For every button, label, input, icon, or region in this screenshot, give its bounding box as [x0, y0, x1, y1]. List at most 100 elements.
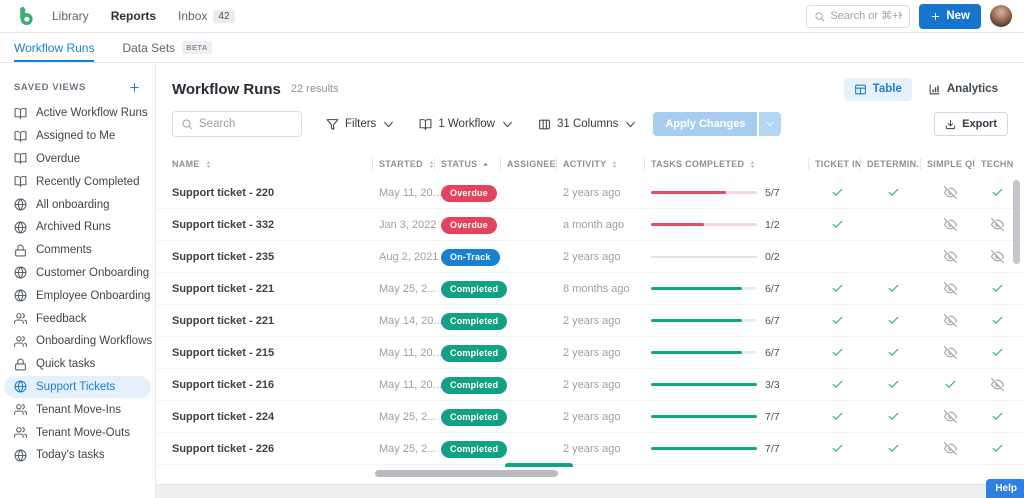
table-row[interactable]: Support ticket - 224May 25, 2...Complete… — [156, 401, 1024, 433]
table-row[interactable]: Support ticket - 226May 25, 2...Complete… — [156, 433, 1024, 465]
sidebar-item-customer-onboarding[interactable]: Customer Onboarding — [4, 262, 151, 285]
table-search-input[interactable] — [199, 118, 289, 130]
column-header-started[interactable]: STARTED — [372, 151, 434, 177]
search-icon — [814, 11, 825, 22]
table-row[interactable]: Support ticket - 216May 11, 20...Complet… — [156, 369, 1024, 401]
sidebar-item-recently-completed[interactable]: Recently Completed — [4, 170, 151, 193]
column-header-assignees[interactable]: ASSIGNEES — [500, 151, 556, 177]
sort-both-icon — [748, 160, 757, 169]
table-row[interactable]: Support ticket - 221May 14, 20...Complet… — [156, 305, 1024, 337]
flag-cell — [920, 186, 974, 199]
inbox-count-badge: 42 — [213, 10, 234, 23]
sidebar-item-onboarding-workflows[interactable]: Onboarding Workflows — [4, 330, 151, 353]
check-icon — [831, 410, 844, 423]
flag-cell — [920, 378, 974, 391]
sidebar-item-overdue[interactable]: Overdue — [4, 148, 151, 171]
columns-dropdown[interactable]: 31 Columns — [538, 118, 637, 131]
column-header-determin-[interactable]: DETERMIN... — [860, 151, 920, 177]
check-icon — [887, 442, 900, 455]
flag-cell — [920, 442, 974, 455]
filters-label: Filters — [345, 118, 376, 130]
eye-off-icon — [991, 218, 1004, 231]
nav-item-reports[interactable]: Reports — [111, 9, 156, 23]
user-avatar[interactable] — [990, 5, 1012, 27]
sidebar-item-comments[interactable]: Comments — [4, 239, 151, 262]
table-row[interactable]: Support ticket - 220May 11, 20...Overdue… — [156, 177, 1024, 209]
flag-cell — [974, 250, 1014, 263]
table-row[interactable]: Support ticket - 235Aug 2, 2021On-Track2… — [156, 241, 1024, 273]
apply-changes-caret-button[interactable] — [759, 112, 781, 136]
sidebar-item-assigned-to-me[interactable]: Assigned to Me — [4, 125, 151, 148]
chevron-down-icon — [624, 118, 637, 131]
run-started-date: May 11, 20... — [372, 347, 434, 359]
column-header-name[interactable]: NAME — [172, 151, 372, 177]
flag-cell — [808, 346, 860, 359]
view-toggle-analytics[interactable]: Analytics — [918, 78, 1008, 101]
sidebar-item-feedback[interactable]: Feedback — [4, 307, 151, 330]
sidebar-item-tenant-move-ins[interactable]: Tenant Move-Ins — [4, 398, 151, 421]
sidebar-item-label: Assigned to Me — [36, 130, 115, 142]
run-activity: a month ago — [556, 219, 644, 231]
column-header-techni[interactable]: TECHNI — [974, 151, 1014, 177]
check-icon — [831, 378, 844, 391]
column-header-status[interactable]: STATUS — [434, 151, 500, 177]
column-header-tasks-completed[interactable]: TASKS COMPLETED — [644, 151, 808, 177]
check-icon — [887, 314, 900, 327]
global-search-input[interactable] — [830, 10, 902, 22]
export-button[interactable]: Export — [934, 112, 1008, 136]
horizontal-scrollbar-thumb[interactable] — [375, 470, 558, 477]
nav-item-library[interactable]: Library — [52, 9, 89, 23]
column-header-activity[interactable]: ACTIVITY — [556, 151, 644, 177]
workflow-dropdown[interactable]: 1 Workflow — [419, 118, 514, 131]
tab-workflow-runs[interactable]: Workflow Runs — [14, 33, 94, 62]
table-row[interactable]: Support ticket - 332Jan 3, 2022Overduea … — [156, 209, 1024, 241]
book-icon — [14, 175, 27, 188]
vertical-scrollbar-thumb[interactable] — [1013, 180, 1020, 264]
users-icon — [14, 335, 27, 348]
tasks-progress-fill — [651, 447, 757, 450]
sidebar-item-today-s-tasks[interactable]: Today's tasks — [4, 444, 151, 467]
run-started-date: May 25, 2... — [372, 411, 434, 423]
tasks-completed-cell: 5/7 — [644, 187, 808, 199]
flag-cell — [920, 250, 974, 263]
check-icon — [887, 186, 900, 199]
saved-views-header: SAVED VIEWS — [0, 81, 155, 102]
sidebar-item-all-onboarding[interactable]: All onboarding — [4, 193, 151, 216]
sidebar-item-support-tickets[interactable]: Support Tickets — [4, 376, 151, 399]
column-header-label: ACTIVITY — [563, 159, 606, 169]
nav-item-inbox[interactable]: Inbox42 — [178, 9, 234, 23]
table-search[interactable] — [172, 111, 302, 137]
globe-icon — [14, 449, 27, 462]
column-header-simple-qu-[interactable]: SIMPLE QU... — [920, 151, 974, 177]
run-started-date: Aug 2, 2021 — [372, 251, 434, 263]
new-button[interactable]: New — [919, 4, 981, 29]
process-logo-icon[interactable] — [16, 6, 36, 26]
help-button[interactable]: Help — [986, 479, 1024, 498]
column-header-label: NAME — [172, 159, 200, 169]
sidebar-item-active-workflow-runs[interactable]: Active Workflow Runs — [4, 102, 151, 125]
table-row[interactable]: Support ticket - 221May 25, 2...Complete… — [156, 273, 1024, 305]
sidebar-item-label: Employee Onboarding — [36, 290, 150, 302]
sidebar-item-quick-tasks[interactable]: Quick tasks — [4, 353, 151, 376]
check-icon — [887, 378, 900, 391]
column-header-ticket-info[interactable]: TICKET INFO — [808, 151, 860, 177]
book-icon — [419, 118, 432, 131]
table-row[interactable]: Support ticket - 215May 11, 20...Complet… — [156, 337, 1024, 369]
sidebar-item-archived-runs[interactable]: Archived Runs — [4, 216, 151, 239]
check-icon — [944, 378, 957, 391]
apply-changes-button[interactable]: Apply Changes — [653, 112, 757, 136]
status-badge: Overdue — [441, 185, 497, 202]
title-row: Workflow Runs 22 results TableAnalytics — [156, 63, 1024, 103]
sidebar-item-employee-onboarding[interactable]: Employee Onboarding — [4, 284, 151, 307]
tasks-completed-fraction: 3/3 — [765, 379, 780, 391]
tab-data-sets[interactable]: Data SetsBETA — [122, 33, 211, 62]
filters-dropdown[interactable]: Filters — [326, 118, 395, 131]
run-name: Support ticket - 220 — [172, 187, 372, 199]
sidebar-item-tenant-move-outs[interactable]: Tenant Move-Outs — [4, 421, 151, 444]
tasks-progress-fill — [651, 287, 742, 290]
view-toggle-table[interactable]: Table — [844, 78, 912, 101]
global-search[interactable] — [806, 5, 910, 28]
add-saved-view-button[interactable] — [128, 81, 141, 94]
flag-cell — [974, 314, 1014, 327]
flag-cell — [974, 346, 1014, 359]
